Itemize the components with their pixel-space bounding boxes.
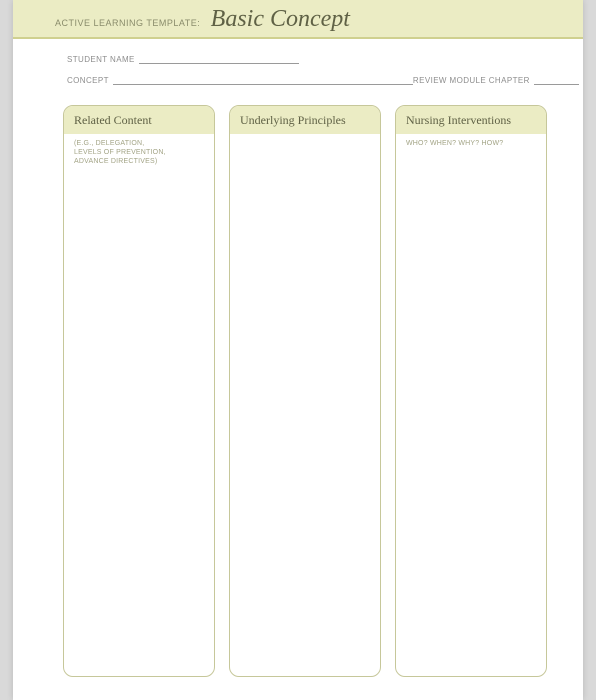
- underlying-principles-column: Underlying Principles: [229, 105, 381, 677]
- student-name-row: STUDENT NAME: [67, 53, 547, 64]
- student-name-label: STUDENT NAME: [67, 55, 135, 64]
- related-content-sub: (E.G., DELEGATION, LEVELS OF PREVENTION,…: [64, 134, 214, 166]
- template-title: Basic Concept: [211, 6, 350, 32]
- chapter-label: REVIEW MODULE CHAPTER: [413, 76, 530, 85]
- related-content-heading: Related Content: [64, 106, 214, 134]
- template-prefix: ACTIVE LEARNING TEMPLATE:: [55, 18, 200, 28]
- concept-field[interactable]: [113, 74, 413, 85]
- related-content-column: Related Content (E.G., DELEGATION, LEVEL…: [63, 105, 215, 677]
- student-name-field[interactable]: [139, 53, 299, 64]
- chapter-field[interactable]: [534, 74, 579, 85]
- template-page: ACTIVE LEARNING TEMPLATE: Basic Concept …: [13, 0, 583, 700]
- meta-section: STUDENT NAME CONCEPT REVIEW MODULE CHAPT…: [13, 39, 583, 105]
- underlying-principles-heading: Underlying Principles: [230, 106, 380, 134]
- concept-row: CONCEPT REVIEW MODULE CHAPTER: [67, 74, 547, 85]
- header-band: ACTIVE LEARNING TEMPLATE: Basic Concept: [13, 0, 583, 39]
- concept-label: CONCEPT: [67, 76, 109, 85]
- underlying-principles-sub: [230, 134, 380, 139]
- nursing-interventions-sub: WHO? WHEN? WHY? HOW?: [396, 134, 546, 148]
- nursing-interventions-heading: Nursing Interventions: [396, 106, 546, 134]
- nursing-interventions-column: Nursing Interventions WHO? WHEN? WHY? HO…: [395, 105, 547, 677]
- columns-container: Related Content (E.G., DELEGATION, LEVEL…: [13, 105, 583, 677]
